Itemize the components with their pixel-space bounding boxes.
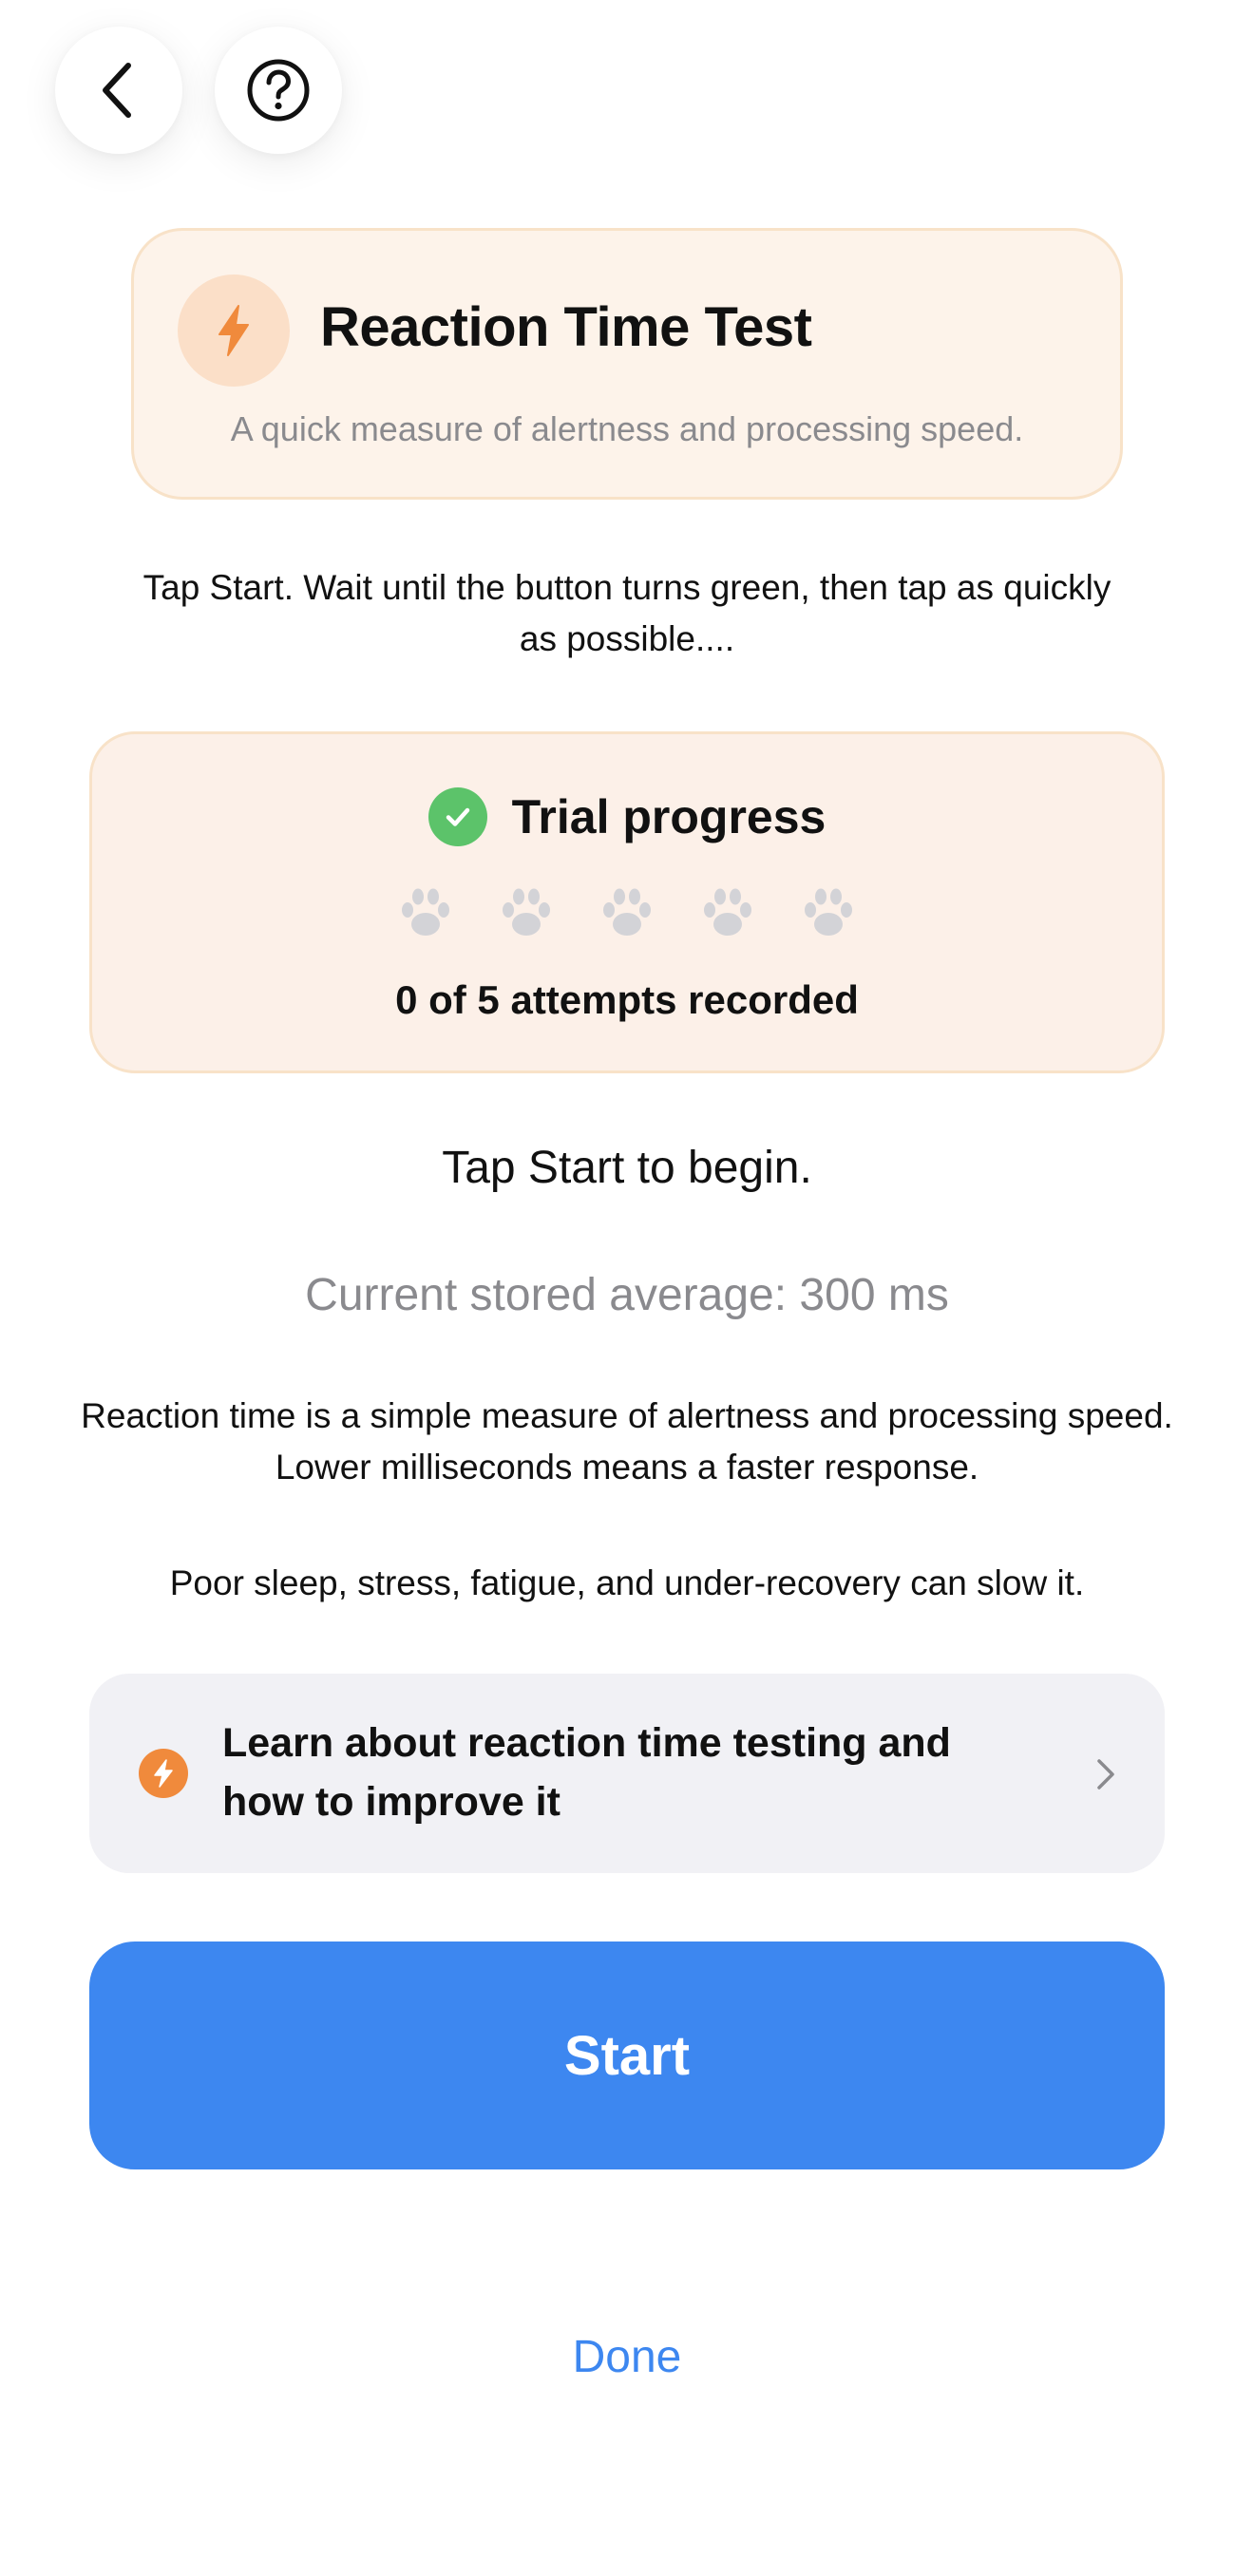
chevron-left-icon <box>103 63 131 118</box>
paw-icon <box>603 888 651 936</box>
learn-more-label: Learn about reaction time testing and ho… <box>222 1720 951 1825</box>
question-circle-icon <box>247 59 310 122</box>
paw-icon <box>805 888 852 936</box>
chevron-right-icon <box>1097 1759 1114 1790</box>
done-button[interactable]: Done <box>0 2331 1254 2383</box>
paw-icon <box>704 888 751 936</box>
learn-more-link[interactable]: Learn about reaction time testing and ho… <box>89 1674 1165 1873</box>
instructions-text: Tap Start. Wait until the button turns g… <box>142 568 1112 658</box>
explanation-note: Poor sleep, stress, fatigue, and under-r… <box>169 1563 1085 1602</box>
stored-average: Current stored average: 300 ms <box>305 1270 949 1320</box>
page-title: Reaction Time Test <box>320 296 812 358</box>
help-button[interactable] <box>215 27 342 154</box>
trial-progress-title: Trial progress <box>511 790 826 843</box>
paw-icon <box>503 888 550 936</box>
explanation-text: Reaction time is a simple measure of ale… <box>81 1396 1173 1487</box>
status-text: Tap Start to begin. <box>442 1143 812 1193</box>
lightning-bolt-icon <box>139 1749 188 1798</box>
paw-progress-row <box>92 882 1162 943</box>
check-circle-icon <box>428 787 487 846</box>
attempts-count: 0 of 5 attempts recorded <box>395 977 859 1022</box>
trial-progress-card: Trial progress 0 of 5 attempts recorded <box>89 731 1165 1073</box>
back-button[interactable] <box>55 27 182 154</box>
lightning-bolt-icon <box>178 275 290 387</box>
trial-progress-header: Trial progress <box>92 787 1162 846</box>
start-button[interactable]: Start <box>89 1941 1165 2169</box>
paw-icon <box>402 888 449 936</box>
test-header-card: Reaction Time Test A quick measure of al… <box>131 228 1123 500</box>
page-subtitle: A quick measure of alertness and process… <box>230 409 1024 448</box>
